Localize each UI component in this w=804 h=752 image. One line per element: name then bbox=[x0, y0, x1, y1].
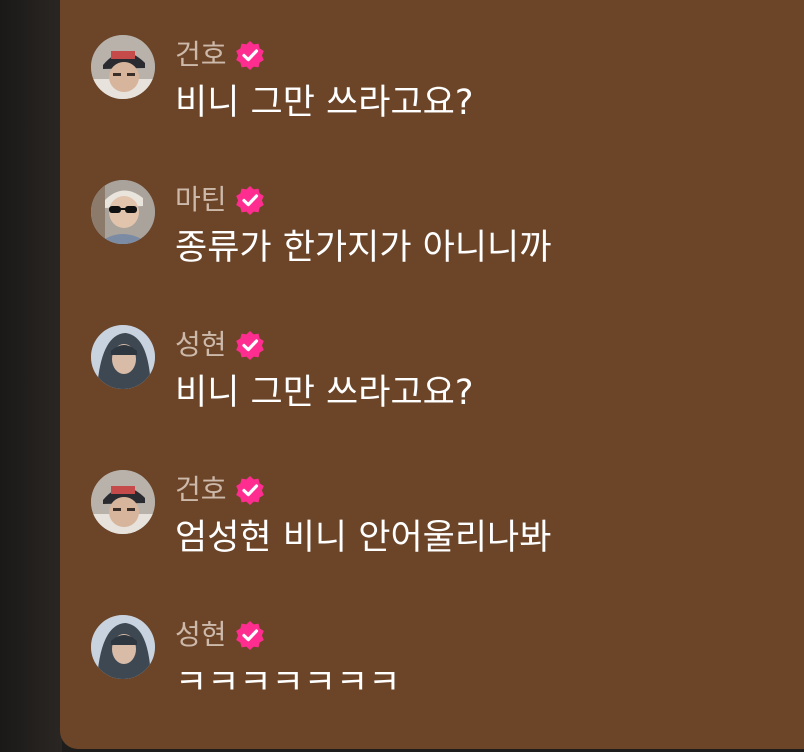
verified-badge-icon bbox=[235, 186, 264, 215]
avatar-martin[interactable] bbox=[91, 180, 155, 244]
username[interactable]: 건호 bbox=[175, 37, 227, 73]
message-header: 성현 bbox=[175, 617, 265, 653]
username[interactable]: 성현 bbox=[175, 327, 227, 363]
background-strip bbox=[0, 0, 62, 752]
username[interactable]: 마틴 bbox=[175, 182, 227, 218]
message-header: 건호 bbox=[175, 37, 265, 73]
chat-message: 성현 ㅋㅋㅋㅋㅋㅋㅋ bbox=[91, 615, 791, 735]
message-text: ㅋㅋㅋㅋㅋㅋㅋ bbox=[175, 663, 401, 703]
verified-badge-icon bbox=[235, 41, 264, 70]
username[interactable]: 건호 bbox=[175, 472, 227, 508]
chat-message: 성현 비니 그만 쓰라고요? bbox=[91, 325, 791, 445]
message-header: 건호 bbox=[175, 472, 265, 508]
verified-badge-icon bbox=[235, 331, 264, 360]
message-header: 마틴 bbox=[175, 182, 265, 218]
message-text: 종류가 한가지가 아니니까 bbox=[175, 228, 552, 268]
message-text: 엄성현 비니 안어울리나봐 bbox=[175, 518, 552, 558]
message-header: 성현 bbox=[175, 327, 265, 363]
avatar-seonghyeon[interactable] bbox=[91, 325, 155, 389]
message-text: 비니 그만 쓰라고요? bbox=[175, 83, 474, 123]
avatar-geonho[interactable] bbox=[91, 35, 155, 99]
avatar-seonghyeon[interactable] bbox=[91, 615, 155, 679]
verified-badge-icon bbox=[235, 621, 264, 650]
avatar-geonho[interactable] bbox=[91, 470, 155, 534]
chat-message: 건호 비니 그만 쓰라고요? bbox=[91, 35, 791, 155]
verified-badge-icon bbox=[235, 476, 264, 505]
username[interactable]: 성현 bbox=[175, 617, 227, 653]
chat-message: 건호 엄성현 비니 안어울리나봐 bbox=[91, 470, 791, 590]
chat-panel: 건호 비니 그만 쓰라고요? 마틴 종류가 한가지가 아니니까 성현 비니 그만… bbox=[60, 0, 804, 749]
message-text: 비니 그만 쓰라고요? bbox=[175, 373, 474, 413]
chat-message: 마틴 종류가 한가지가 아니니까 bbox=[91, 180, 791, 300]
